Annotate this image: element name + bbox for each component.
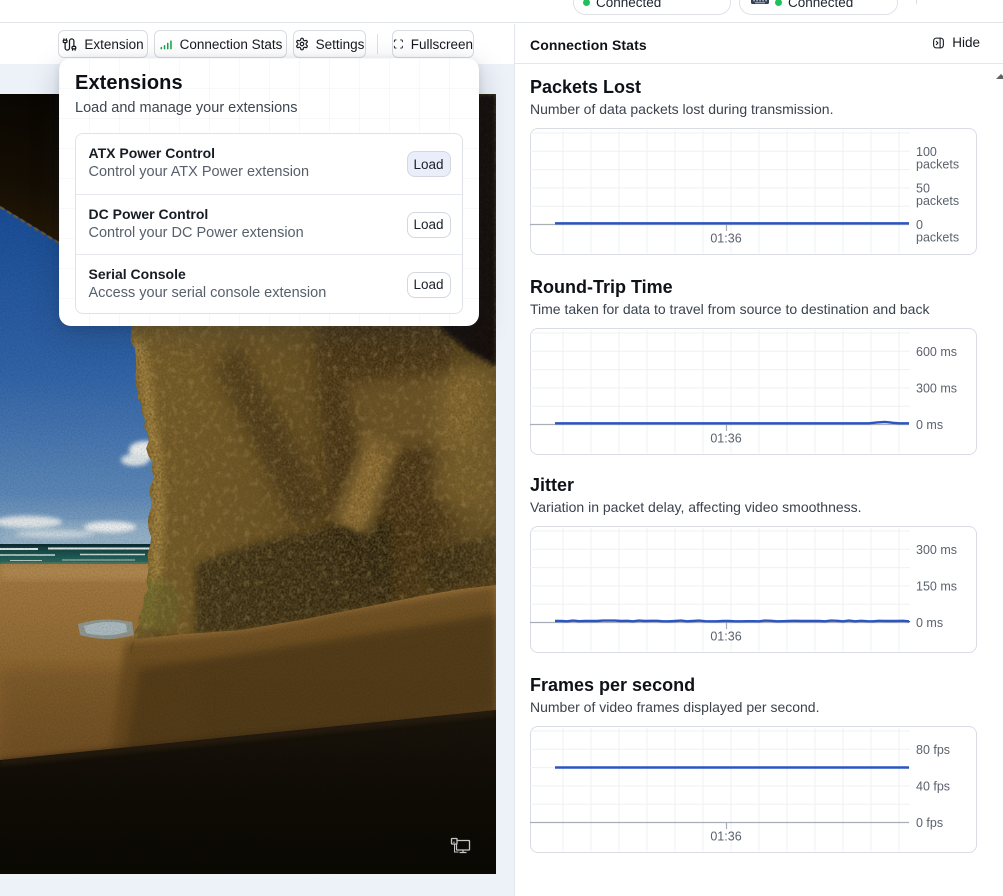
svg-text:0 fps: 0 fps (916, 816, 943, 830)
svg-text:packets: packets (916, 194, 959, 208)
svg-text:packets: packets (916, 158, 959, 172)
svg-text:600 ms: 600 ms (916, 345, 957, 359)
svg-text:01:36: 01:36 (710, 432, 741, 446)
svg-text:01:36: 01:36 (710, 630, 741, 644)
svg-text:packets: packets (916, 231, 959, 245)
svg-text:300 ms: 300 ms (916, 382, 957, 396)
svg-text:150 ms: 150 ms (916, 580, 957, 594)
svg-text:01:36: 01:36 (710, 830, 741, 844)
svg-text:80 fps: 80 fps (916, 743, 950, 757)
svg-text:40 fps: 40 fps (916, 780, 950, 794)
svg-text:0 ms: 0 ms (916, 418, 943, 432)
svg-text:300 ms: 300 ms (916, 543, 957, 557)
svg-text:01:36: 01:36 (710, 232, 741, 246)
svg-text:0 ms: 0 ms (916, 616, 943, 630)
